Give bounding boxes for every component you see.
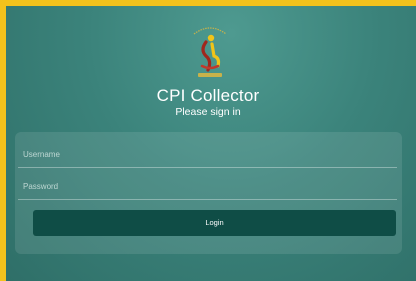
- statistical-office-logo-icon: [184, 20, 236, 82]
- sign-in-subtitle: Please sign in: [175, 106, 241, 118]
- app-title: CPI Collector: [156, 86, 260, 105]
- login-button[interactable]: Login: [33, 210, 396, 236]
- device-frame: CPI Collector Please sign in Username Pa…: [0, 0, 416, 281]
- password-input[interactable]: Password: [18, 174, 397, 200]
- username-input[interactable]: Username: [18, 142, 397, 168]
